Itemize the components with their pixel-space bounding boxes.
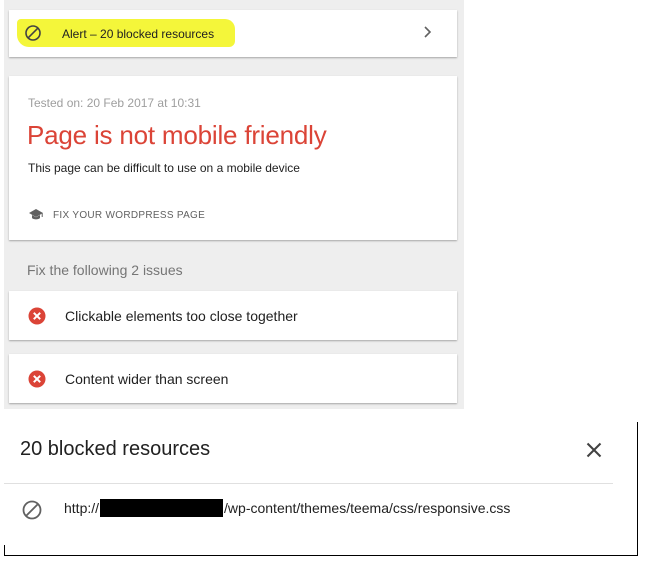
issue-label: Clickable elements too close together (65, 308, 298, 324)
tested-on-timestamp: Tested on: 20 Feb 2017 at 10:31 (28, 96, 201, 110)
error-icon (28, 307, 46, 325)
error-icon (28, 370, 46, 388)
dialog-border (637, 422, 638, 556)
issue-item[interactable]: Content wider than screen (9, 354, 457, 403)
result-title: Page is not mobile friendly (27, 120, 327, 150)
blocked-icon (22, 500, 42, 520)
chevron-right-icon[interactable] (419, 24, 435, 40)
dialog-border (4, 545, 5, 556)
result-subtitle: This page can be difficult to use on a m… (28, 161, 300, 175)
blocked-icon (25, 25, 41, 41)
close-icon[interactable] (584, 440, 604, 460)
alert-text: Alert – 20 blocked resources (62, 27, 215, 41)
fix-link-label: FIX YOUR WORDPRESS PAGE (53, 209, 206, 221)
url-prefix: http:// (64, 500, 100, 516)
dialog-divider (4, 483, 613, 484)
school-icon (29, 209, 43, 220)
blocked-resources-alert[interactable]: Alert – 20 blocked resources (9, 10, 457, 57)
redacted-domain (100, 499, 224, 517)
issue-label: Content wider than screen (65, 371, 229, 387)
issues-heading: Fix the following 2 issues (27, 262, 183, 278)
issue-item[interactable]: Clickable elements too close together (9, 291, 457, 340)
url-path: /wp-content/themes/teema/css/responsive.… (224, 500, 511, 516)
mobile-test-panel: Alert – 20 blocked resources Tested on: … (4, 0, 464, 409)
dialog-title: 20 blocked resources (20, 438, 211, 460)
fix-wordpress-link[interactable]: FIX YOUR WORDPRESS PAGE (28, 207, 205, 223)
blocked-resource-url[interactable]: http:// /wp-content/themes/teema/css/res… (64, 499, 510, 517)
dialog-border (4, 555, 638, 556)
test-result-card: Tested on: 20 Feb 2017 at 10:31 Page is … (9, 76, 457, 240)
